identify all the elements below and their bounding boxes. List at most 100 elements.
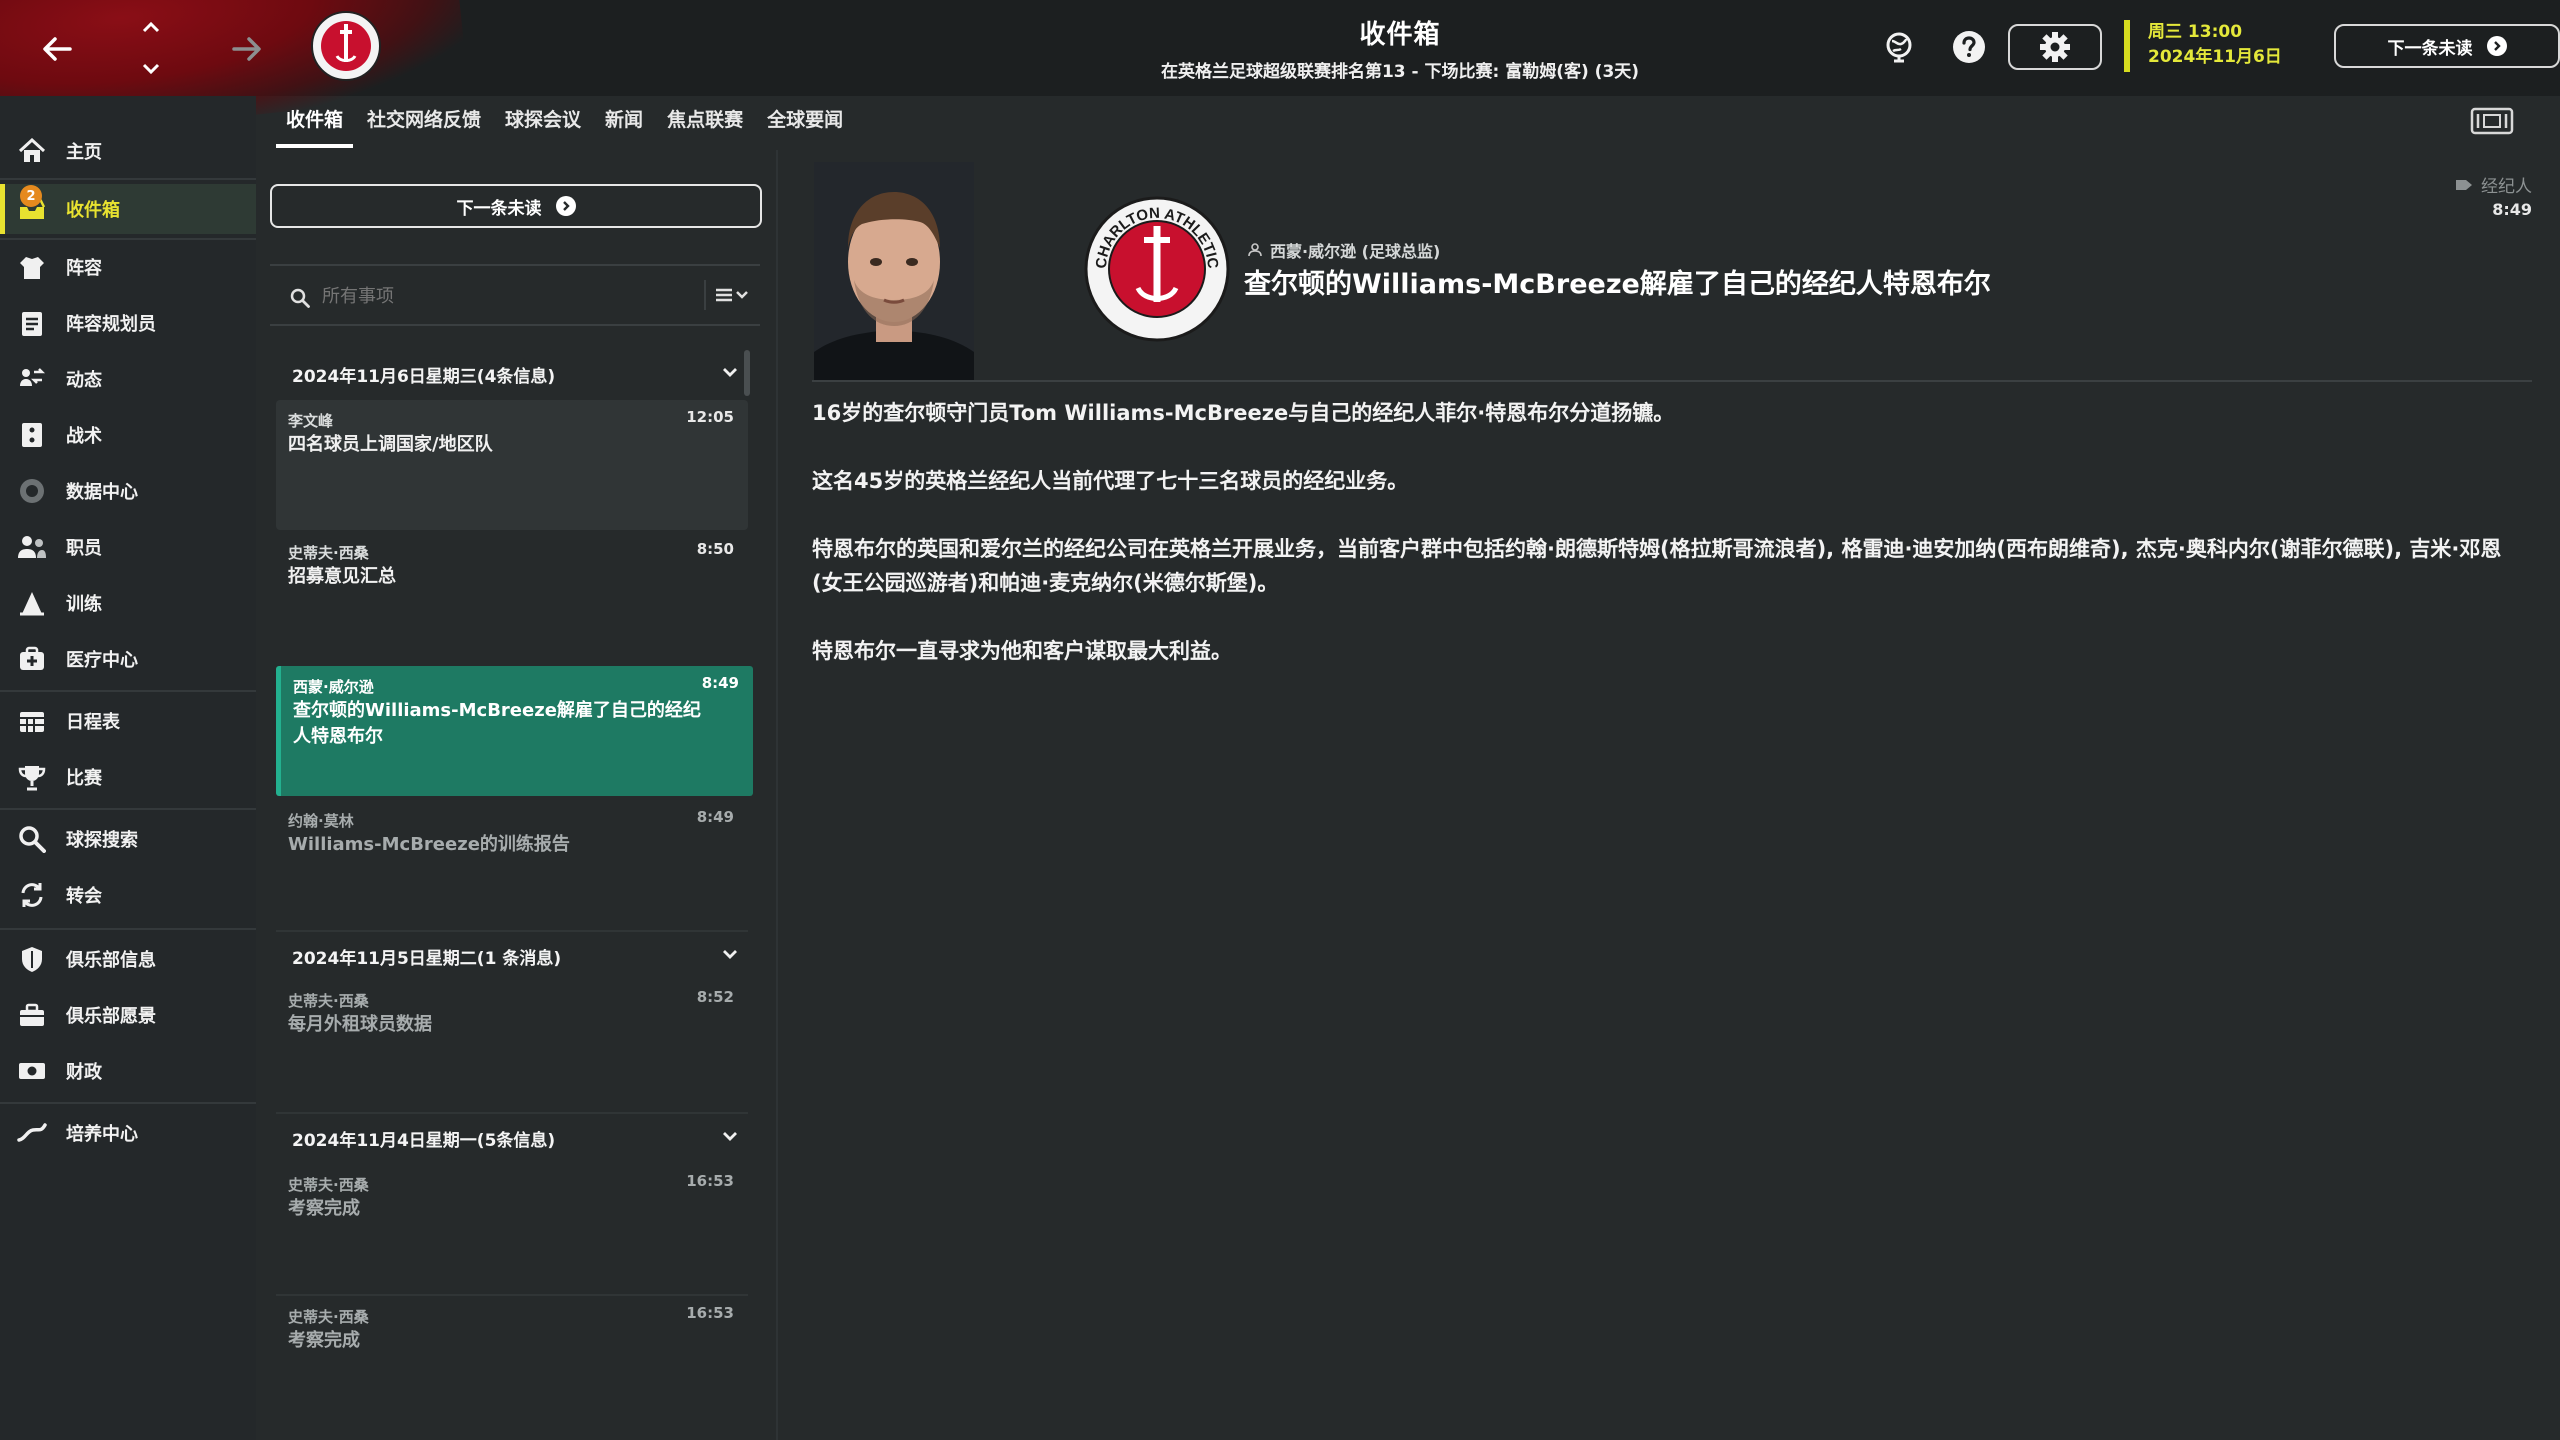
sidebar-item-medical[interactable]: 医疗中心 [0, 634, 256, 684]
world-button[interactable] [1878, 26, 1920, 68]
message-sender: 史蒂夫·西桑 [288, 992, 369, 1010]
message-category-label: 经纪人 [2481, 177, 2532, 197]
continue-label: 下一条未读 [2387, 38, 2473, 59]
tactics-icon [16, 419, 48, 451]
sidebar-item-label: 职员 [66, 538, 102, 559]
filter-menu-button[interactable] [704, 280, 756, 310]
sidebar-item-label: 比赛 [66, 768, 102, 789]
message-time: 16:53 [686, 1304, 734, 1322]
sidebar-item-label: 收件箱 [66, 200, 120, 221]
message-subject: 四名球员上调国家/地区队 [288, 434, 493, 455]
sidebar: 主页 2 收件箱 阵容 阵容规划员 动态 战术 数据中心 职员 训练 医疗中心 [0, 96, 256, 1440]
sidebar-item-squad[interactable]: 阵容 [0, 242, 256, 292]
message-subject: 每月外租球员数据 [288, 1014, 432, 1035]
message-paragraph: 16岁的查尔顿守门员Tom Williams-McBreeze与自己的经纪人菲尔… [812, 401, 1675, 425]
game-day: 2024年11月6日 [2148, 47, 2282, 67]
message-time: 16:53 [686, 1172, 734, 1190]
tab-focus-leagues[interactable]: 焦点联赛 [667, 106, 743, 148]
next-unread-button[interactable]: 下一条未读 [270, 184, 762, 228]
message-sender: 约翰·莫林 [288, 812, 354, 830]
sidebar-item-dynamics[interactable]: 动态 [0, 354, 256, 404]
sidebar-item-label: 球探搜索 [66, 830, 138, 851]
sidebar-item-staff[interactable]: 职员 [0, 522, 256, 572]
date-group-header[interactable]: 2024年11月4日星期一(5条信息) [270, 1120, 760, 1156]
sidebar-divider [0, 808, 256, 810]
sidebar-item-home[interactable]: 主页 [0, 126, 256, 176]
message-paragraph: 特恩布尔的英国和爱尔兰的经纪公司在英格兰开展业务，当前客户群中包括约翰·朗德斯特… [812, 537, 2502, 595]
sidebar-item-tactics[interactable]: 战术 [0, 410, 256, 460]
development-icon [16, 1117, 48, 1149]
squad-icon [16, 251, 48, 283]
message-list-item[interactable]: 史蒂夫·西桑 8:52 每月外租球员数据 [276, 980, 748, 1108]
game-date[interactable]: 周三 13:00 2024年11月6日 [2124, 20, 2282, 72]
date-group-title: 2024年11月6日星期三(4条信息) [292, 366, 556, 387]
next-item-button[interactable] [136, 56, 166, 82]
sidebar-item-scouting[interactable]: 球探搜索 [0, 814, 256, 864]
tab-inbox[interactable]: 收件箱 [275, 106, 354, 148]
game-time: 周三 13:00 [2148, 22, 2243, 42]
message-list-item-selected[interactable]: 西蒙·威尔逊 8:49 查尔顿的Williams-McBreeze解雇了自己的经… [276, 666, 753, 796]
message-time: 8:52 [696, 988, 734, 1006]
sidebar-item-squad-planner[interactable]: 阵容规划员 [0, 298, 256, 348]
staff-icon [16, 531, 48, 563]
message-list-item[interactable]: 李文峰 12:05 四名球员上调国家/地区队 [276, 400, 748, 530]
message-sender-line[interactable]: 西蒙·威尔逊 (足球总监) [1248, 238, 1440, 262]
search-input[interactable] [282, 280, 684, 312]
date-group-header[interactable]: 2024年11月5日星期二(1 条消息) [270, 938, 760, 974]
sidebar-item-data-hub[interactable]: 数据中心 [0, 466, 256, 516]
sidebar-item-transfers[interactable]: 转会 [0, 870, 256, 920]
message-sender: 史蒂夫·西桑 [288, 1308, 369, 1326]
sidebar-item-competitions[interactable]: 比赛 [0, 752, 256, 802]
date-group-header[interactable]: 2024年11月6日星期三(4条信息) [270, 356, 760, 392]
tab-social-feedback[interactable]: 社交网络反馈 [367, 106, 481, 148]
sidebar-item-calendar[interactable]: 日程表 [0, 696, 256, 746]
help-icon [1953, 31, 1985, 63]
sidebar-item-club-info[interactable]: 俱乐部信息 [0, 934, 256, 984]
calendar-icon [16, 705, 48, 737]
tab-world-news[interactable]: 全球要闻 [767, 106, 843, 148]
club-crest-logo[interactable]: CHARLTON ATHLETIC [1084, 196, 1230, 342]
sidebar-item-label: 俱乐部愿景 [66, 1006, 156, 1027]
sidebar-item-label: 阵容 [66, 258, 102, 279]
sidebar-item-club-vision[interactable]: 俱乐部愿景 [0, 990, 256, 1040]
club-crest-logo[interactable] [310, 10, 382, 82]
tab-scouting-meetings[interactable]: 球探会议 [505, 106, 581, 148]
message-timestamp: 8:49 [2492, 200, 2532, 219]
search-bar [270, 264, 760, 326]
data-hub-icon [16, 475, 48, 507]
message-sender: 史蒂夫·西桑 [288, 1176, 369, 1194]
continue-next-unread-button[interactable]: 下一条未读 [2334, 24, 2560, 68]
sidebar-item-inbox[interactable]: 2 收件箱 [0, 184, 256, 234]
tab-news[interactable]: 新闻 [605, 106, 643, 148]
settings-button[interactable] [2008, 24, 2102, 70]
sidebar-divider [0, 178, 256, 180]
sidebar-item-label: 训练 [66, 594, 102, 615]
sidebar-divider [0, 238, 256, 240]
help-button[interactable] [1948, 26, 1990, 68]
message-subject: 考察完成 [288, 1198, 360, 1219]
message-subject: 招募意见汇总 [288, 566, 396, 587]
medical-icon [16, 643, 48, 675]
message-list-item[interactable]: 史蒂夫·西桑 8:50 招募意见汇总 [276, 532, 748, 660]
message-list-item[interactable]: 约翰·莫林 8:49 Williams-McBreeze的训练报告 [276, 800, 748, 928]
message-category: 经纪人 [2455, 172, 2532, 197]
arrow-right-circle-icon [2486, 36, 2507, 56]
sidebar-item-training[interactable]: 训练 [0, 578, 256, 628]
previous-item-button[interactable] [136, 14, 166, 40]
sender-photo[interactable] [814, 162, 974, 380]
message-sender: 西蒙·威尔逊 [293, 678, 374, 696]
layout-toggle-icon[interactable] [2470, 106, 2514, 136]
league-status[interactable]: 在英格兰足球超级联赛排名第13 - 下场比赛: 富勒姆(客) (3天) [780, 57, 2020, 82]
message-list-item[interactable]: 史蒂夫·西桑 16:53 考察完成 [276, 1296, 748, 1424]
forward-button[interactable] [226, 28, 268, 70]
page-header: 收件箱 在英格兰足球超级联赛排名第13 - 下场比赛: 富勒姆(客) (3天) [780, 14, 2020, 82]
message-list-item[interactable]: 史蒂夫·西桑 16:53 考察完成 [276, 1164, 748, 1292]
date-group-title: 2024年11月5日星期二(1 条消息) [292, 948, 562, 969]
inbox-tabs: 收件箱 社交网络反馈 球探会议 新闻 焦点联赛 全球要闻 [270, 106, 867, 150]
sidebar-item-label: 医疗中心 [66, 650, 138, 671]
back-button[interactable] [36, 28, 78, 70]
sidebar-item-label: 数据中心 [66, 482, 138, 503]
sidebar-item-finances[interactable]: 财政 [0, 1046, 256, 1096]
sidebar-item-development-centre[interactable]: 培养中心 [0, 1108, 256, 1158]
message-detail-panel: CHARLTON ATHLETIC 西蒙·威尔逊 (足球总监) 查尔顿的Will… [776, 150, 2560, 1440]
